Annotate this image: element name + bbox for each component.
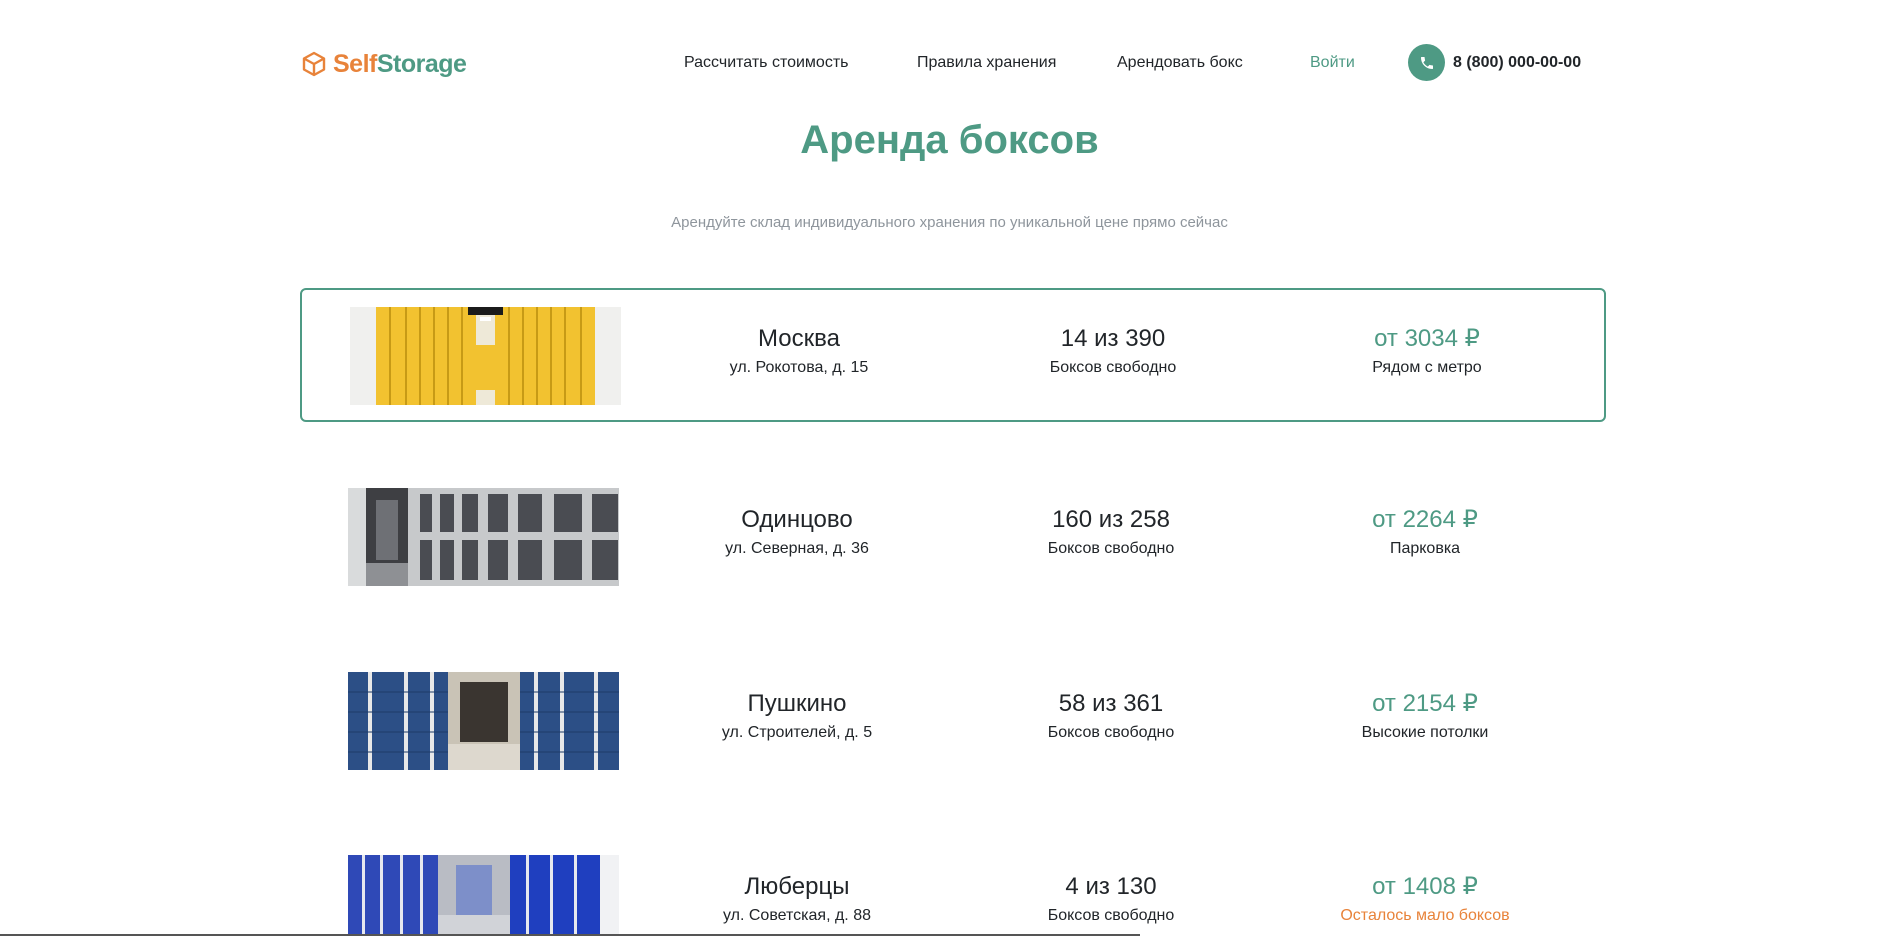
address: ул. Советская, д. 88 xyxy=(723,907,871,924)
address: ул. Рокотова, д. 15 xyxy=(729,359,869,376)
nav-login[interactable]: Войти xyxy=(1310,54,1355,72)
price: от 1408 ₽ xyxy=(1372,873,1478,900)
city-name: Москва xyxy=(758,325,840,352)
boxes-available-label: Боксов свободно xyxy=(1047,724,1175,741)
warehouse-row-pushkino[interactable]: Пушкино ул. Строителей, д. 5 58 из 361 Б… xyxy=(300,655,1606,789)
location-column: Пушкино ул. Строителей, д. 5 xyxy=(657,689,937,743)
phone-number[interactable]: 8 (800) 000-00-00 xyxy=(1453,54,1581,72)
boxes-available: 58 из 361 xyxy=(1058,690,1164,717)
warehouse-photo xyxy=(348,855,619,936)
boxes-available: 160 из 258 xyxy=(1052,506,1170,533)
site-header: SelfStorage Рассчитать стоимость Правила… xyxy=(300,44,1606,84)
page-title: Аренда боксов xyxy=(800,118,1099,162)
boxes-available-label: Боксов свободно xyxy=(1047,540,1175,557)
warehouse-photo xyxy=(348,488,619,586)
nav-storage-rules[interactable]: Правила хранения xyxy=(917,54,1056,72)
availability-column: 4 из 130 Боксов свободно xyxy=(971,872,1251,926)
phone-contact[interactable]: 8 (800) 000-00-00 xyxy=(1408,44,1581,81)
location-column: Люберцы ул. Советская, д. 88 xyxy=(657,872,937,926)
boxes-available-label: Боксов свободно xyxy=(1049,359,1177,376)
price-column: от 3034 ₽ Рядом с метро xyxy=(1287,324,1567,378)
price: от 3034 ₽ xyxy=(1374,325,1480,352)
warehouse-row-odintsovo[interactable]: Одинцово ул. Северная, д. 36 160 из 258 … xyxy=(300,471,1606,605)
logo-text-storage: Storage xyxy=(376,49,467,78)
price-column: от 2264 ₽ Парковка xyxy=(1285,505,1565,559)
availability-column: 160 из 258 Боксов свободно xyxy=(971,505,1251,559)
phone-icon xyxy=(1420,56,1433,69)
price-column: от 2154 ₽ Высокие потолки xyxy=(1285,689,1565,743)
warehouse-photo xyxy=(348,672,619,770)
city-name: Пушкино xyxy=(747,690,847,717)
nav-calculate-cost[interactable]: Рассчитать стоимость xyxy=(684,54,848,72)
price: от 2154 ₽ xyxy=(1372,690,1478,717)
logo-text-self: Self xyxy=(333,49,377,78)
feature: Рядом с метро xyxy=(1372,359,1482,376)
availability-column: 58 из 361 Боксов свободно xyxy=(971,689,1251,743)
location-column: Москва ул. Рокотова, д. 15 xyxy=(659,324,939,378)
boxes-available: 4 из 130 xyxy=(1065,873,1157,900)
boxes-available: 14 из 390 xyxy=(1060,325,1166,352)
boxes-available-label: Боксов свободно xyxy=(1047,907,1175,924)
availability-column: 14 из 390 Боксов свободно xyxy=(973,324,1253,378)
price: от 2264 ₽ xyxy=(1372,506,1478,533)
address: ул. Строителей, д. 5 xyxy=(721,724,873,741)
address: ул. Северная, д. 36 xyxy=(725,540,869,557)
warehouse-photo xyxy=(350,307,621,405)
city-name: Люберцы xyxy=(744,873,850,900)
nav-rent-box[interactable]: Арендовать бокс xyxy=(1117,54,1243,72)
location-column: Одинцово ул. Северная, д. 36 xyxy=(657,505,937,559)
feature-warning: Осталось мало боксов xyxy=(1340,907,1510,924)
price-column: от 1408 ₽ Осталось мало боксов xyxy=(1285,872,1565,926)
warehouse-row-lyubertsy[interactable]: Люберцы ул. Советская, д. 88 4 из 130 Бо… xyxy=(300,838,1606,936)
logo[interactable]: SelfStorage xyxy=(300,49,467,79)
warehouse-row-moscow[interactable]: Москва ул. Рокотова, д. 15 14 из 390 Бок… xyxy=(300,288,1606,422)
page-subtitle: Арендуйте склад индивидуального хранения… xyxy=(671,214,1228,231)
feature: Парковка xyxy=(1389,540,1461,557)
feature: Высокие потолки xyxy=(1361,724,1489,741)
box-icon xyxy=(302,51,326,77)
city-name: Одинцово xyxy=(741,506,853,533)
phone-icon-circle xyxy=(1408,44,1445,81)
